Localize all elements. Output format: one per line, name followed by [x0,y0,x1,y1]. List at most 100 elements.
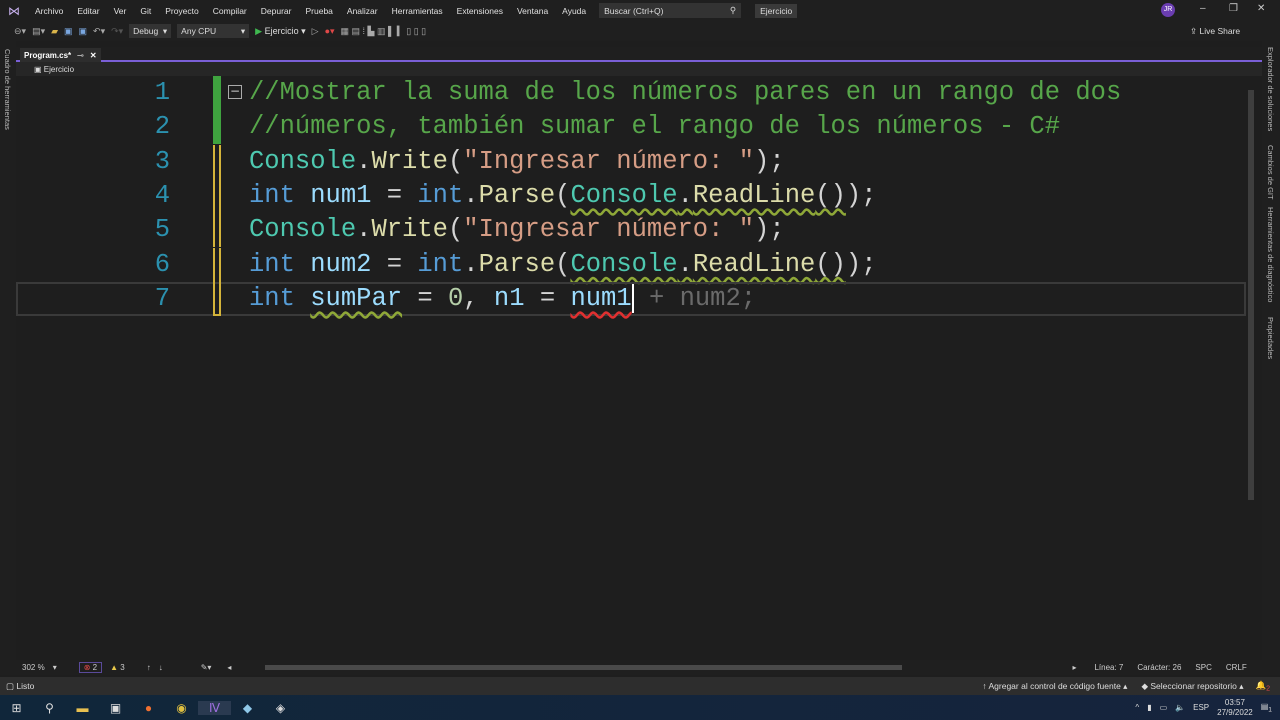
menu-depurar[interactable]: Depurar [254,6,299,16]
code-text: int num2 = int.Parse(Console.ReadLine())… [249,248,877,282]
previous-issue-icon[interactable]: ↑ [147,663,151,672]
line-indicator[interactable]: Línea: 7 [1094,663,1123,672]
unsaved-change-marker [213,247,221,282]
search-box[interactable]: Buscar (Ctrl+Q) ⚲ [599,3,742,18]
file-explorer-icon[interactable]: ▬ [66,701,99,715]
menu-ayuda[interactable]: Ayuda [555,6,593,16]
avatar[interactable]: JR [1161,3,1175,17]
minimize-button[interactable]: – [1200,3,1206,14]
language-indicator[interactable]: ESP [1193,703,1209,712]
error-icon: ⊗ [83,663,91,672]
back-icon[interactable]: ⊖▾ [14,26,26,37]
horizontal-scroll-thumb[interactable] [265,665,902,670]
scroll-left-icon[interactable]: ◂ [227,663,231,672]
maximize-button[interactable]: ❐ [1229,3,1238,14]
error-count[interactable]: ⊗ 2 [78,662,103,673]
menu-prueba[interactable]: Prueba [298,6,339,16]
menu-archivo[interactable]: Archivo [28,6,70,16]
close-tab-icon[interactable]: ✕ [90,51,97,60]
code-line[interactable]: 4 int num1 = int.Parse(Console.ReadLine()… [16,178,1246,213]
firefox-icon[interactable]: ● [132,701,165,715]
navigation-bar[interactable]: ▣ Ejercicio [16,62,1262,76]
code-token: num2 [310,249,372,279]
close-button[interactable]: ✕ [1257,3,1265,14]
toolbar-misc-icons[interactable]: ▦ ▤ ⁞ ▙ ▥ ▌ ▍ ▯ ▯ ▯ [341,26,427,37]
code-text: //números, también sumar el rango de los… [249,110,1060,144]
store-icon[interactable]: ▣ [99,701,132,715]
tab-strip [16,47,1262,62]
start-icon[interactable]: ⊞ [0,701,33,715]
code-line[interactable]: 2 //números, también sumar el rango de lo… [16,110,1246,145]
git-changes-tab[interactable]: Cambios de GIT [1266,145,1275,200]
platform-dropdown[interactable]: Any CPU ▾ [177,24,250,38]
left-tool-strip: Cuadro de herramientas [0,41,16,675]
search-icon[interactable]: ⚲ [33,701,66,715]
select-repo-button[interactable]: ◆ Seleccionar repositorio ▴ [1141,681,1243,692]
diagnostic-tools-tab[interactable]: Herramientas de diagnóstico [1266,207,1275,302]
code-token: n1 [493,283,525,313]
clock[interactable]: 03:57 27/9/2022 [1217,698,1253,718]
code-line[interactable]: 7 int sumPar = 0, n1 = num1 + num2; [16,281,1246,316]
code-line[interactable]: 1 −//Mostrar la suma de los números pares… [16,76,1246,110]
tray-chevron-icon[interactable]: ^ [1135,703,1139,712]
scroll-right-icon[interactable]: ▸ [1072,663,1076,672]
code-token: () [815,180,846,210]
action-center-icon[interactable]: ▤1 [1261,702,1272,714]
indent-indicator[interactable]: SPC [1195,663,1211,672]
code-line[interactable]: 6 int num2 = int.Parse(Console.ReadLine()… [16,247,1246,282]
menu-git[interactable]: Git [133,6,158,16]
menu-editar[interactable]: Editar [70,6,106,16]
menu-proyecto[interactable]: Proyecto [158,6,206,16]
saved-change-marker [213,76,221,110]
visual-studio-icon[interactable]: Ⅳ [198,700,231,715]
status-bar: ▢ Listo ↑ Agregar al control de código f… [0,677,1280,695]
warning-count[interactable]: ▲ 3 [110,663,125,672]
menu-herramientas[interactable]: Herramientas [385,6,450,16]
hot-reload-icon[interactable]: ●▾ [325,26,335,37]
code-cleanup-icon[interactable]: ✎▾ [201,663,212,672]
line-number: 3 [154,146,170,176]
save-icon[interactable]: ▣ [64,26,73,37]
live-share-button[interactable]: ⇪ Live Share [1190,26,1240,37]
run-without-debug-icon[interactable]: ▷ [312,26,319,37]
volume-icon[interactable]: 🔈 [1175,703,1185,712]
tab-program-cs[interactable]: Program.cs* ⊸ ✕ [20,48,101,62]
eol-indicator[interactable]: CRLF [1226,663,1247,672]
toolbox-tab[interactable]: Cuadro de herramientas [3,49,12,130]
pin-icon[interactable]: ⊸ [77,51,84,60]
code-line[interactable]: 5 Console.Write("Ingresar número: "); [16,213,1246,248]
run-button[interactable]: ▶ Ejercicio ▾ [255,26,305,37]
collapse-icon[interactable]: − [228,85,242,99]
code-token: Parse [478,249,556,279]
app-icon[interactable]: ◈ [264,701,297,715]
code-line[interactable]: 3 Console.Write("Ingresar número: "); [16,144,1246,179]
notepad-icon[interactable]: ◆ [231,701,264,715]
next-issue-icon[interactable]: ↓ [159,663,163,672]
properties-tab[interactable]: Propiedades [1266,317,1275,359]
new-project-icon[interactable]: ▤▾ [32,26,45,37]
save-all-icon[interactable]: ▣ [79,26,88,37]
zoom-level[interactable]: 302 % [22,663,45,672]
menu-extensiones[interactable]: Extensiones [450,6,510,16]
solution-explorer-tab[interactable]: Explorador de soluciones [1266,47,1275,131]
add-source-control-button[interactable]: ↑ Agregar al control de código fuente ▴ [982,681,1127,692]
char-indicator[interactable]: Carácter: 26 [1137,663,1181,672]
redo-icon[interactable]: ↷▾ [111,26,123,37]
menu-compilar[interactable]: Compilar [206,6,254,16]
notifications-icon[interactable]: 🔔2 [1255,680,1270,693]
microphone-icon[interactable]: ▮ [1147,703,1151,712]
menu-ventana[interactable]: Ventana [510,6,555,16]
code-editor[interactable]: 1 −//Mostrar la suma de los números pares… [16,76,1246,660]
code-token: . [677,249,693,279]
network-icon[interactable]: ▭ [1160,703,1168,712]
menu-ver[interactable]: Ver [107,6,134,16]
configuration-dropdown[interactable]: Debug ▾ [129,24,172,38]
vertical-scroll-thumb[interactable] [1248,90,1254,500]
code-token: Console [570,180,678,210]
open-icon[interactable]: ▰ [51,26,58,37]
code-token: int [249,180,295,210]
undo-icon[interactable]: ↶▾ [93,26,105,37]
menu-analizar[interactable]: Analizar [340,6,385,16]
chrome-icon[interactable]: ◉ [165,701,198,715]
